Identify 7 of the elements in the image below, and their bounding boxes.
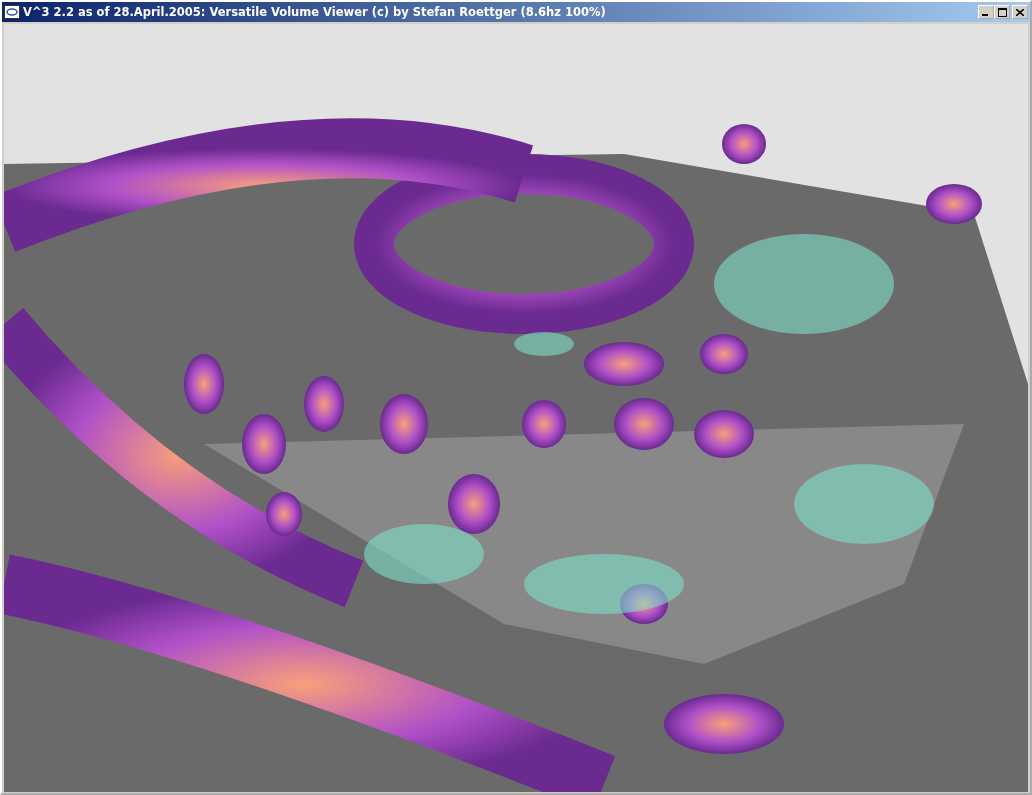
window-title: V^3 2.2 as of 28.April.2005: Versatile Volume Viewer (c) by Stefan Roettger (8.6hz 100%)	[23, 5, 607, 19]
maximize-icon	[997, 7, 1007, 17]
maximize-button[interactable]	[994, 5, 1010, 19]
minimize-button[interactable]	[978, 5, 994, 19]
app-icon	[4, 5, 20, 19]
close-button[interactable]	[1012, 5, 1028, 19]
close-icon	[1016, 8, 1024, 16]
